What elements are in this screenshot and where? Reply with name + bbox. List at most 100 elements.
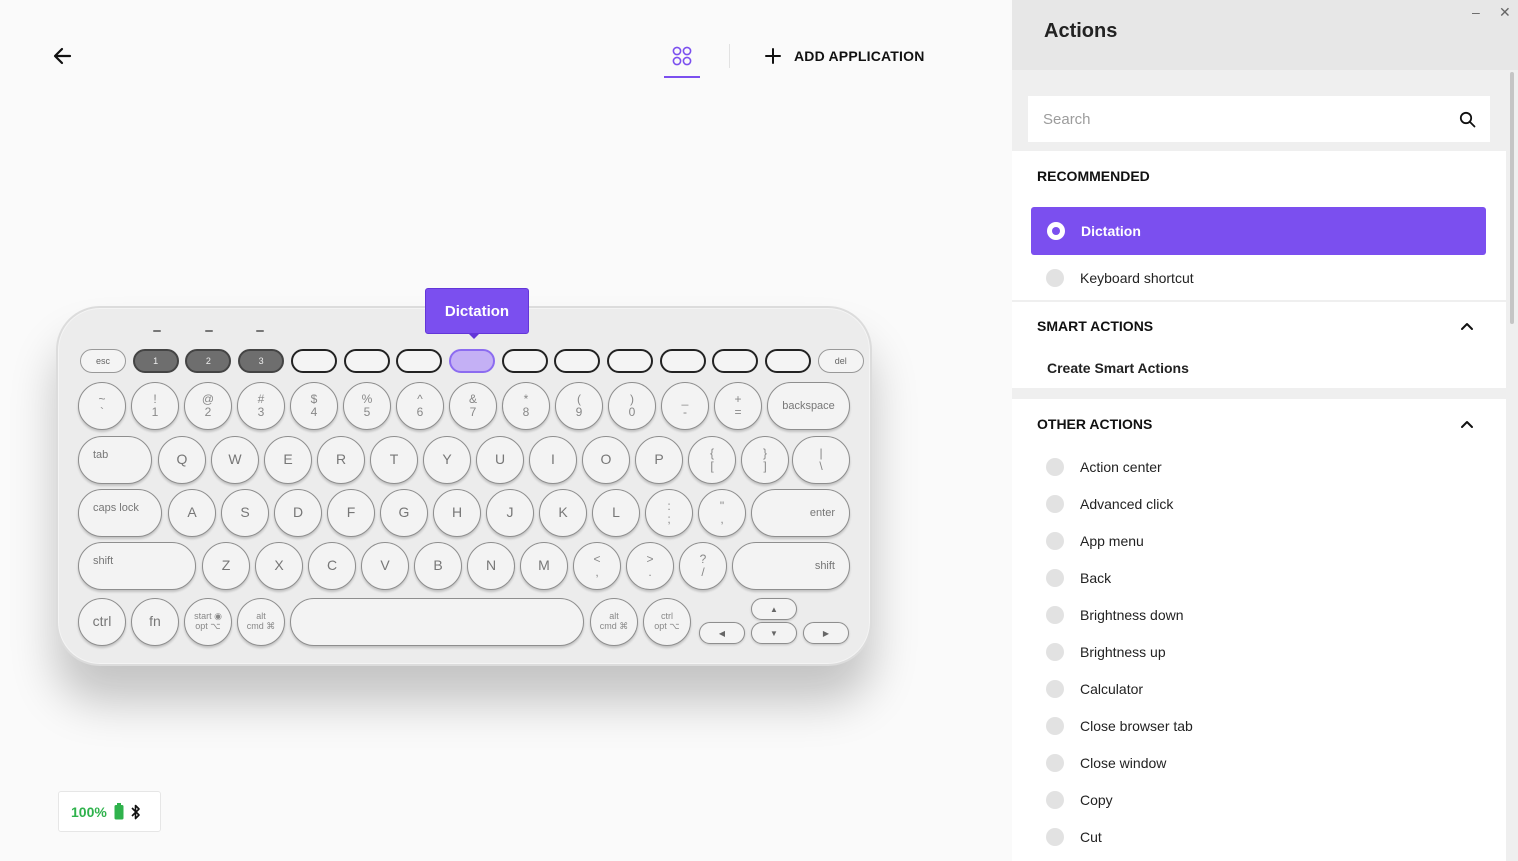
right-ctrl-key[interactable]: ctrl opt ⌥: [643, 598, 691, 646]
action-option[interactable]: Advanced click: [1046, 495, 1173, 513]
key-e[interactable]: E: [264, 436, 312, 484]
key-z[interactable]: Z: [202, 542, 250, 590]
volume-down-key[interactable]: [712, 349, 759, 373]
option-dictation[interactable]: Dictation: [1031, 207, 1486, 255]
key-punct-1[interactable]: ",: [698, 489, 746, 537]
key-a[interactable]: A: [168, 489, 216, 537]
key-=[interactable]: + =: [714, 382, 762, 430]
action-option[interactable]: Close browser tab: [1046, 717, 1193, 735]
key-g[interactable]: G: [380, 489, 428, 537]
key-3[interactable]: #3: [237, 382, 285, 430]
easy-switch-2-key[interactable]: 2: [185, 349, 232, 373]
ctrl-key[interactable]: ctrl: [78, 598, 126, 646]
smart-actions-title[interactable]: SMART ACTIONS: [1037, 318, 1153, 334]
key-w[interactable]: W: [211, 436, 259, 484]
key-i[interactable]: I: [529, 436, 577, 484]
key-y[interactable]: Y: [423, 436, 471, 484]
key-6[interactable]: ^ 6: [396, 382, 444, 430]
right-shift-key[interactable]: shift: [732, 542, 850, 590]
delete-key[interactable]: del: [817, 349, 864, 373]
action-option[interactable]: Calculator: [1046, 680, 1143, 698]
key-bracket-1[interactable]: }]: [741, 436, 789, 484]
key-b[interactable]: B: [414, 542, 462, 590]
action-option[interactable]: Action center: [1046, 458, 1162, 476]
action-option[interactable]: Brightness down: [1046, 606, 1184, 624]
mute-key[interactable]: [659, 349, 706, 373]
emoji-key[interactable]: [501, 349, 548, 373]
key-v[interactable]: V: [361, 542, 409, 590]
action-option[interactable]: Close window: [1046, 754, 1166, 772]
search-icon[interactable]: [1459, 111, 1476, 128]
search-key[interactable]: [343, 349, 390, 373]
fn-key[interactable]: fn: [131, 598, 179, 646]
key-n[interactable]: N: [467, 542, 515, 590]
backspace-key[interactable]: backspace: [767, 382, 850, 430]
action-option[interactable]: Cut: [1046, 828, 1102, 846]
key-k[interactable]: K: [539, 489, 587, 537]
esc-key[interactable]: esc: [80, 349, 126, 373]
key--[interactable]: _ -: [661, 382, 709, 430]
screen-capture-key[interactable]: [554, 349, 601, 373]
key-t[interactable]: T: [370, 436, 418, 484]
key-punct2-2[interactable]: ? /: [679, 542, 727, 590]
key-d[interactable]: D: [274, 489, 322, 537]
key-u[interactable]: U: [476, 436, 524, 484]
easy-switch-3-key[interactable]: 3: [238, 349, 285, 373]
alt-key[interactable]: alt cmd ⌘: [237, 598, 285, 646]
action-option[interactable]: Copy: [1046, 791, 1113, 809]
key-5[interactable]: % 5: [343, 382, 391, 430]
spacebar[interactable]: [290, 598, 584, 646]
minimize-icon[interactable]: –: [1472, 4, 1480, 20]
key-x[interactable]: X: [255, 542, 303, 590]
key-punct2-1[interactable]: >.: [626, 542, 674, 590]
key-0[interactable]: ) 0: [608, 382, 656, 430]
tab-key[interactable]: tab: [78, 436, 152, 484]
close-icon[interactable]: ✕: [1499, 4, 1511, 21]
key-p[interactable]: P: [635, 436, 683, 484]
key-h[interactable]: H: [433, 489, 481, 537]
easy-switch-1-key[interactable]: 1: [132, 349, 179, 373]
key-bracket-2[interactable]: | \: [792, 436, 850, 484]
key-o[interactable]: O: [582, 436, 630, 484]
key-q[interactable]: Q: [158, 436, 206, 484]
key-punct2-0[interactable]: <,: [573, 542, 621, 590]
panel-scrollbar[interactable]: [1510, 72, 1514, 324]
play-pause-key[interactable]: [607, 349, 653, 373]
action-option[interactable]: App menu: [1046, 532, 1144, 550]
key-1[interactable]: ! 1: [131, 382, 179, 430]
key-9[interactable]: (9: [555, 382, 603, 430]
arrow-right-key[interactable]: ▶: [803, 622, 849, 644]
volume-up-key[interactable]: [765, 349, 812, 373]
action-option[interactable]: Brightness up: [1046, 643, 1166, 661]
start-key[interactable]: start ◉ opt ⌥: [184, 598, 232, 646]
arrow-left-key[interactable]: ◀: [699, 622, 745, 644]
left-shift-key[interactable]: shift: [78, 542, 196, 590]
arrow-up-key[interactable]: ▲: [751, 598, 797, 620]
key-bracket-0[interactable]: {[: [688, 436, 736, 484]
arrow-down-key[interactable]: ▼: [751, 622, 797, 644]
dictation-key[interactable]: [448, 349, 495, 373]
key-f[interactable]: F: [327, 489, 375, 537]
add-application-button[interactable]: ADD APPLICATION: [764, 44, 925, 68]
key-punct-0[interactable]: :;: [645, 489, 693, 537]
create-smart-actions-link[interactable]: Create Smart Actions: [1047, 360, 1189, 376]
key-m[interactable]: M: [520, 542, 568, 590]
caps-lock-key[interactable]: caps lock: [78, 489, 162, 537]
key-r[interactable]: R: [317, 436, 365, 484]
action-option[interactable]: Back: [1046, 569, 1111, 587]
key-7[interactable]: & 7: [449, 382, 497, 430]
key-8[interactable]: * 8: [502, 382, 550, 430]
key-c[interactable]: C: [308, 542, 356, 590]
back-key[interactable]: [396, 349, 443, 373]
search-input[interactable]: [1043, 110, 1459, 128]
right-alt-key[interactable]: alt cmd ⌘: [590, 598, 638, 646]
other-actions-title[interactable]: OTHER ACTIONS: [1037, 416, 1152, 432]
chevron-up-icon[interactable]: [1460, 419, 1474, 429]
key-s[interactable]: S: [221, 489, 269, 537]
back-arrow-icon[interactable]: [50, 44, 76, 68]
screenshot-key[interactable]: [290, 349, 337, 373]
all-applications-tab[interactable]: [664, 40, 700, 78]
option-keyboard-shortcut[interactable]: Keyboard shortcut: [1046, 269, 1194, 287]
key-`[interactable]: ~ `: [78, 382, 126, 430]
key-j[interactable]: J: [486, 489, 534, 537]
